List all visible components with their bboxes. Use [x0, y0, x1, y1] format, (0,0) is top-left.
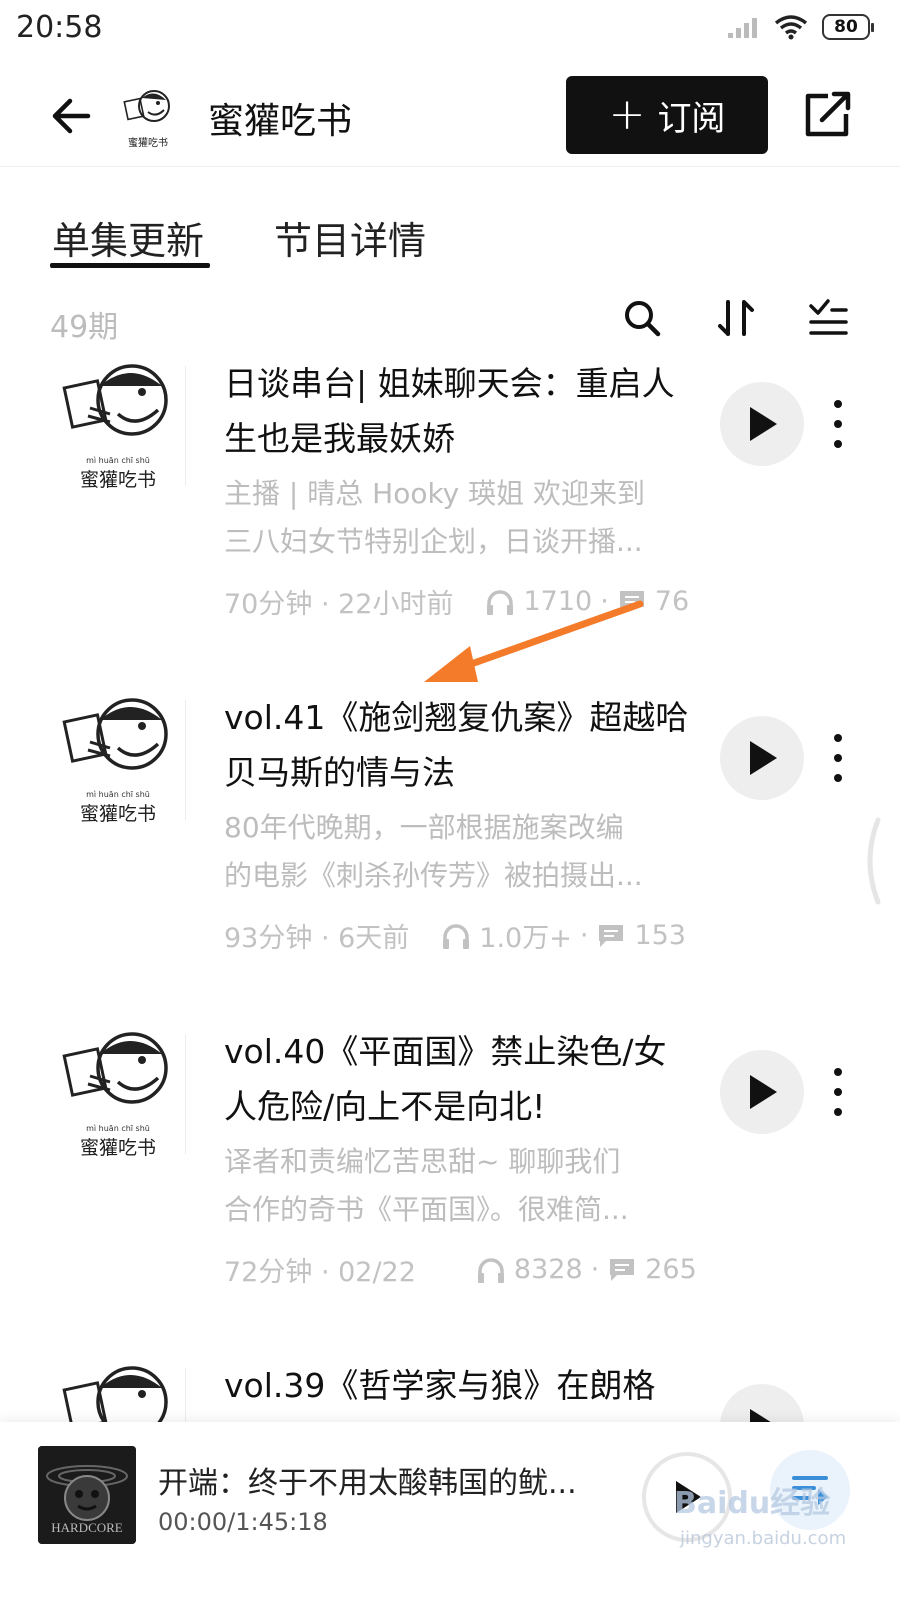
- honey-badger-icon: [62, 698, 168, 770]
- episode-title[interactable]: vol.40《平面国》禁止染色/女人危险/向上不是向北!: [224, 1024, 694, 1134]
- status-indicators: 80: [726, 14, 874, 40]
- thumbnail-pinyin: mì huān chī shū: [86, 1124, 150, 1133]
- tab-active-underline: [50, 263, 210, 268]
- list-item[interactable]: mì huān chī shū 蜜獾吃书 vol.40《平面国》禁止染色/女人危…: [0, 1024, 900, 1364]
- description-line: 合作的奇书《平面国》。很难简...: [224, 1193, 629, 1226]
- description-line: 主播 | 晴总 Hooky 瑛姐 欢迎来到: [224, 477, 646, 510]
- now-playing-time: 00:00/1:45:18: [158, 1508, 328, 1536]
- header: 蜜獾吃书 蜜獾吃书 + 订阅: [0, 70, 900, 167]
- more-options-icon[interactable]: [828, 1398, 848, 1422]
- episode-meta: 93分钟 · 6天前 1.0万+ · 153: [224, 916, 686, 955]
- podcast-logo: 蜜獾吃书: [120, 86, 176, 149]
- separator-dot: ·: [590, 1254, 600, 1285]
- list-item[interactable]: mì huān chī shū 蜜獾吃书 日谈串台| 姐妹聊天会：重启人生也是我…: [0, 356, 900, 696]
- wifi-icon: [774, 15, 808, 40]
- episode-meta: 72分钟 · 02/22 8328 · 265: [224, 1250, 697, 1289]
- comment-icon: [610, 1258, 635, 1281]
- episode-thumbnail: mì huān chī shū 蜜獾吃书: [58, 1024, 178, 1159]
- episode-thumbnail: mì huān chī shū 蜜獾吃书: [58, 690, 178, 825]
- list-item[interactable]: vol.39《哲学家与狼》在朗格: [0, 1358, 900, 1422]
- watermark: Baidu经验: [674, 1486, 831, 1521]
- comment-icon: [599, 924, 624, 947]
- divider: [185, 700, 186, 820]
- search-icon[interactable]: [620, 296, 664, 340]
- headphones-icon: [487, 589, 514, 615]
- play-button[interactable]: [720, 382, 804, 466]
- comment-count: 265: [645, 1254, 697, 1285]
- more-options-icon[interactable]: [828, 396, 848, 452]
- episode-thumbnail: mì huān chī shū 蜜獾吃书: [58, 356, 178, 491]
- episode-meta: 70分钟 · 22小时前 1710 · 76: [224, 582, 689, 621]
- play-count: 8328: [513, 1254, 583, 1285]
- honey-badger-icon: [62, 1032, 168, 1104]
- divider: [185, 1034, 186, 1154]
- divider: [185, 1368, 186, 1422]
- episode-thumbnail: [58, 1358, 178, 1422]
- podcast-logo-caption: 蜜獾吃书: [128, 138, 168, 149]
- play-icon: [750, 407, 777, 441]
- play-icon: [750, 741, 777, 775]
- separator-dot: ·: [579, 920, 589, 951]
- episode-title[interactable]: vol.41《施剑翘复仇案》超越哈贝马斯的情与法: [224, 690, 694, 800]
- play-icon: [750, 1075, 777, 1109]
- plus-icon: +: [608, 89, 646, 140]
- back-arrow-icon[interactable]: [44, 88, 100, 144]
- status-time: 20:58: [16, 10, 103, 45]
- honey-badger-icon: [123, 90, 170, 122]
- episode-description: 译者和责编忆苦思甜~ 聊聊我们 合作的奇书《平面国》。很难简...: [224, 1138, 694, 1234]
- album-cover: HARDCORE: [38, 1446, 136, 1544]
- episode-duration: 72分钟 · 02/22: [224, 1257, 416, 1288]
- list-item[interactable]: mì huān chī shū 蜜獾吃书 vol.41《施剑翘复仇案》超越哈贝马…: [0, 690, 900, 1030]
- tab-episodes[interactable]: 单集更新: [52, 210, 204, 265]
- episode-count: 49期: [50, 310, 119, 345]
- play-button[interactable]: [720, 1384, 804, 1422]
- subscribe-button[interactable]: + 订阅: [566, 76, 768, 154]
- comment-count: 153: [634, 920, 686, 951]
- watermark-url: jingyan.baidu.com: [680, 1528, 847, 1549]
- honey-badger-icon: [62, 1366, 168, 1422]
- batch-select-icon[interactable]: [806, 296, 850, 340]
- thumbnail-caption: 蜜獾吃书: [79, 803, 156, 825]
- headphones-icon: [443, 923, 470, 949]
- play-count: 1.0万+: [479, 923, 572, 954]
- sort-icon[interactable]: [714, 296, 758, 340]
- page-title: 蜜獾吃书: [208, 101, 353, 142]
- thumbnail-caption: 蜜獾吃书: [79, 1137, 156, 1159]
- signal-icon: [728, 18, 757, 38]
- tab-details[interactable]: 节目详情: [274, 210, 426, 265]
- description-line: 译者和责编忆苦思甜~ 聊聊我们: [224, 1145, 621, 1178]
- edge-swipe-handle[interactable]: [858, 816, 882, 906]
- play-button[interactable]: [720, 1050, 804, 1134]
- comment-count: 76: [654, 586, 690, 617]
- episode-title[interactable]: 日谈串台| 姐妹聊天会：重启人生也是我最妖娇: [224, 356, 694, 466]
- play-count: 1710: [523, 586, 593, 617]
- album-cover-text: HARDCORE: [51, 1520, 123, 1535]
- play-icon: [750, 1409, 771, 1422]
- episode-description: 80年代晚期，一部根据施案改编 的电影《刺杀孙传芳》被拍摄出...: [224, 804, 694, 900]
- honey-badger-icon: [62, 364, 168, 436]
- description-line: 80年代晚期，一部根据施案改编: [224, 811, 624, 844]
- episode-description: 主播 | 晴总 Hooky 瑛姐 欢迎来到 三八妇女节特别企划，日谈开播...: [224, 470, 694, 566]
- more-options-icon[interactable]: [828, 730, 848, 786]
- share-icon[interactable]: [800, 86, 856, 142]
- more-options-icon[interactable]: [828, 1064, 848, 1120]
- play-button[interactable]: [720, 716, 804, 800]
- episode-duration: 93分钟 · 6天前: [224, 923, 410, 954]
- headphones-icon: [477, 1257, 504, 1283]
- subscribe-label: 订阅: [657, 98, 726, 139]
- battery-indicator: 80: [822, 14, 874, 40]
- episode-title[interactable]: vol.39《哲学家与狼》在朗格: [224, 1358, 694, 1413]
- description-line: 三八妇女节特别企划，日谈开播...: [224, 525, 643, 558]
- comment-icon: [619, 590, 644, 613]
- episode-duration: 70分钟 · 22小时前: [224, 589, 454, 620]
- divider: [185, 366, 186, 486]
- description-line: 的电影《刺杀孙传芳》被拍摄出...: [224, 859, 643, 892]
- thumbnail-pinyin: mì huān chī shū: [86, 790, 150, 799]
- thumbnail-pinyin: mì huān chī shū: [86, 456, 150, 465]
- now-playing-title[interactable]: 开端：终于不用太酸韩国的鱿...: [158, 1458, 598, 1502]
- separator-dot: ·: [600, 586, 609, 617]
- thumbnail-caption: 蜜獾吃书: [79, 469, 156, 491]
